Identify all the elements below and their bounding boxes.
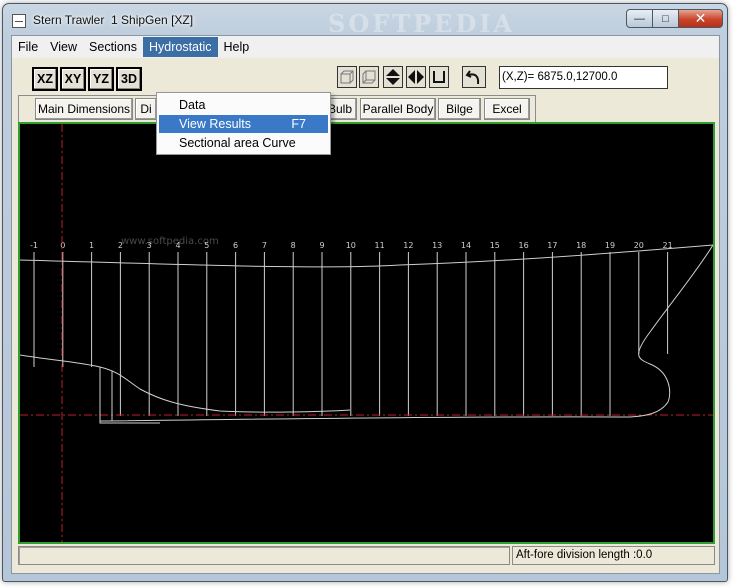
menu-hydrostatic[interactable]: Hydrostatic (142, 37, 218, 57)
station-label: 20 (634, 241, 644, 250)
station-label: 8 (291, 241, 296, 250)
station-label: 18 (576, 241, 586, 250)
menu-bar: File View Sections Hydrostatic Help (12, 36, 719, 58)
app-icon (12, 14, 26, 28)
vertical-flip-icon (386, 69, 400, 85)
cube-back-icon (362, 70, 376, 84)
maximize-button[interactable]: □ (652, 9, 679, 28)
minimize-button[interactable]: — (626, 9, 653, 28)
menu-item-sectional-area-curve-label: Sectional area Curve (179, 136, 296, 150)
main-dimensions-button[interactable]: Main Dimensions (35, 98, 133, 120)
u-section-icon (433, 71, 445, 83)
station-label: 11 (375, 241, 385, 250)
menu-file[interactable]: File (12, 37, 44, 57)
close-button[interactable]: ✕ (678, 9, 723, 28)
parallel-body-button[interactable]: Parallel Body (360, 98, 436, 120)
client-area: File View Sections Hydrostatic Help XZ X… (11, 35, 720, 574)
watermark-url: www.softpedia.com (121, 236, 219, 247)
station-label: 10 (346, 241, 356, 250)
maximize-icon: □ (662, 12, 669, 25)
keel-line (99, 416, 631, 422)
status-bar: Aft-fore division length :0.0 (18, 546, 715, 566)
station-label: 19 (605, 241, 615, 250)
menu-item-view-results-shortcut: F7 (291, 117, 306, 131)
drawing-canvas[interactable]: -1 0 1 2 3 4 5 6 7 8 9 10 11 12 13 14 15 16 17 18 19 20 21 www… (18, 122, 715, 544)
menu-item-sectional-area-curve[interactable]: Sectional area Curve (159, 134, 328, 152)
u-section-button[interactable] (429, 66, 449, 88)
watermark: SOFTPEDIA (328, 9, 516, 38)
station-label: 14 (461, 241, 471, 250)
cube-front-button[interactable] (337, 66, 357, 88)
station-label: 9 (319, 241, 324, 250)
bow-profile (629, 244, 713, 418)
station-label: 6 (233, 241, 238, 250)
minimize-icon: — (634, 12, 645, 25)
horizontal-flip-icon (408, 70, 424, 84)
cube-back-button[interactable] (359, 66, 379, 88)
view-yz-button[interactable]: YZ (88, 67, 114, 91)
status-division-length: Aft-fore division length :0.0 (512, 546, 715, 565)
vertical-flip-button[interactable] (383, 66, 403, 88)
stern-profile (20, 354, 351, 413)
cube-front-icon (340, 70, 354, 84)
menu-item-view-results-label: View Results (179, 117, 252, 131)
station-label: 17 (547, 241, 557, 250)
coordinate-readout: (X,Z)= 6875.0,12700.0 (499, 66, 668, 89)
view-3d-button[interactable]: 3D (116, 67, 142, 91)
window-title: Stern Trawler 1 ShipGen [XZ] (33, 13, 194, 27)
status-left (18, 546, 510, 565)
bilge-button[interactable]: Bilge (438, 98, 481, 120)
view-xy-button[interactable]: XY (60, 67, 86, 91)
menu-view[interactable]: View (44, 37, 83, 57)
close-icon: ✕ (694, 10, 707, 26)
view-xz-button[interactable]: XZ (32, 67, 58, 91)
menu-item-data[interactable]: Data (159, 96, 328, 114)
app-window: Stern Trawler 1 ShipGen [XZ] — □ ✕ File … (2, 3, 728, 582)
di-button[interactable]: Di (135, 98, 157, 120)
undo-button[interactable] (462, 66, 486, 88)
undo-icon (465, 70, 480, 85)
station-lines (33, 252, 669, 416)
menu-sections[interactable]: Sections (83, 37, 143, 57)
menu-help[interactable]: Help (218, 37, 256, 57)
station-label: 7 (262, 241, 267, 250)
station-label: 13 (432, 241, 442, 250)
hull-drawing: -1 0 1 2 3 4 5 6 7 8 9 10 11 12 13 14 15 16 17 18 19 20 21 (20, 124, 713, 542)
station-label: 1 (89, 241, 94, 250)
station-label: 15 (490, 241, 500, 250)
hydrostatic-dropdown: Data View Results F7 Sectional area Curv… (156, 92, 331, 155)
station-label: 12 (403, 241, 413, 250)
menu-item-data-label: Data (179, 98, 206, 112)
station-label: 16 (519, 241, 529, 250)
station-label: 0 (60, 241, 65, 250)
menu-item-view-results[interactable]: View Results F7 (159, 115, 328, 133)
station-label: -1 (30, 241, 38, 250)
excel-button[interactable]: Excel (484, 98, 530, 120)
horizontal-flip-button[interactable] (406, 66, 426, 88)
